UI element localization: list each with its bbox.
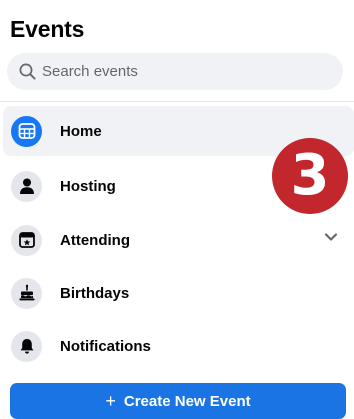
sidebar-item-attending[interactable]: Attending: [3, 215, 354, 265]
person-icon: [11, 170, 42, 202]
sidebar-item-birthdays[interactable]: Birthdays: [3, 268, 354, 318]
page-title: Events: [10, 16, 85, 42]
create-new-event-button[interactable]: + Create New Event: [10, 383, 346, 419]
search-icon: [19, 63, 36, 80]
sidebar-item-label: Birthdays: [60, 284, 130, 302]
plus-icon: +: [105, 390, 116, 411]
events-panel: Events Home Hosting: [0, 0, 354, 419]
search-bar[interactable]: [7, 53, 343, 90]
step-number-badge: 3: [272, 138, 348, 214]
divider: [0, 101, 354, 102]
calendar-star-icon: [11, 224, 42, 256]
sidebar-item-label: Notifications: [60, 337, 151, 355]
chevron-down-icon[interactable]: [324, 232, 338, 242]
bell-icon: [11, 330, 42, 362]
sidebar-item-label: Hosting: [60, 177, 116, 195]
sidebar-item-label: Attending: [60, 231, 130, 249]
search-input[interactable]: [42, 63, 322, 80]
sidebar-item-label: Home: [60, 122, 102, 140]
create-button-label: Create New Event: [123, 392, 251, 410]
sidebar-item-notifications[interactable]: Notifications: [3, 321, 354, 371]
calendar-grid-icon: [11, 115, 42, 147]
birthday-cake-icon: [11, 277, 42, 309]
